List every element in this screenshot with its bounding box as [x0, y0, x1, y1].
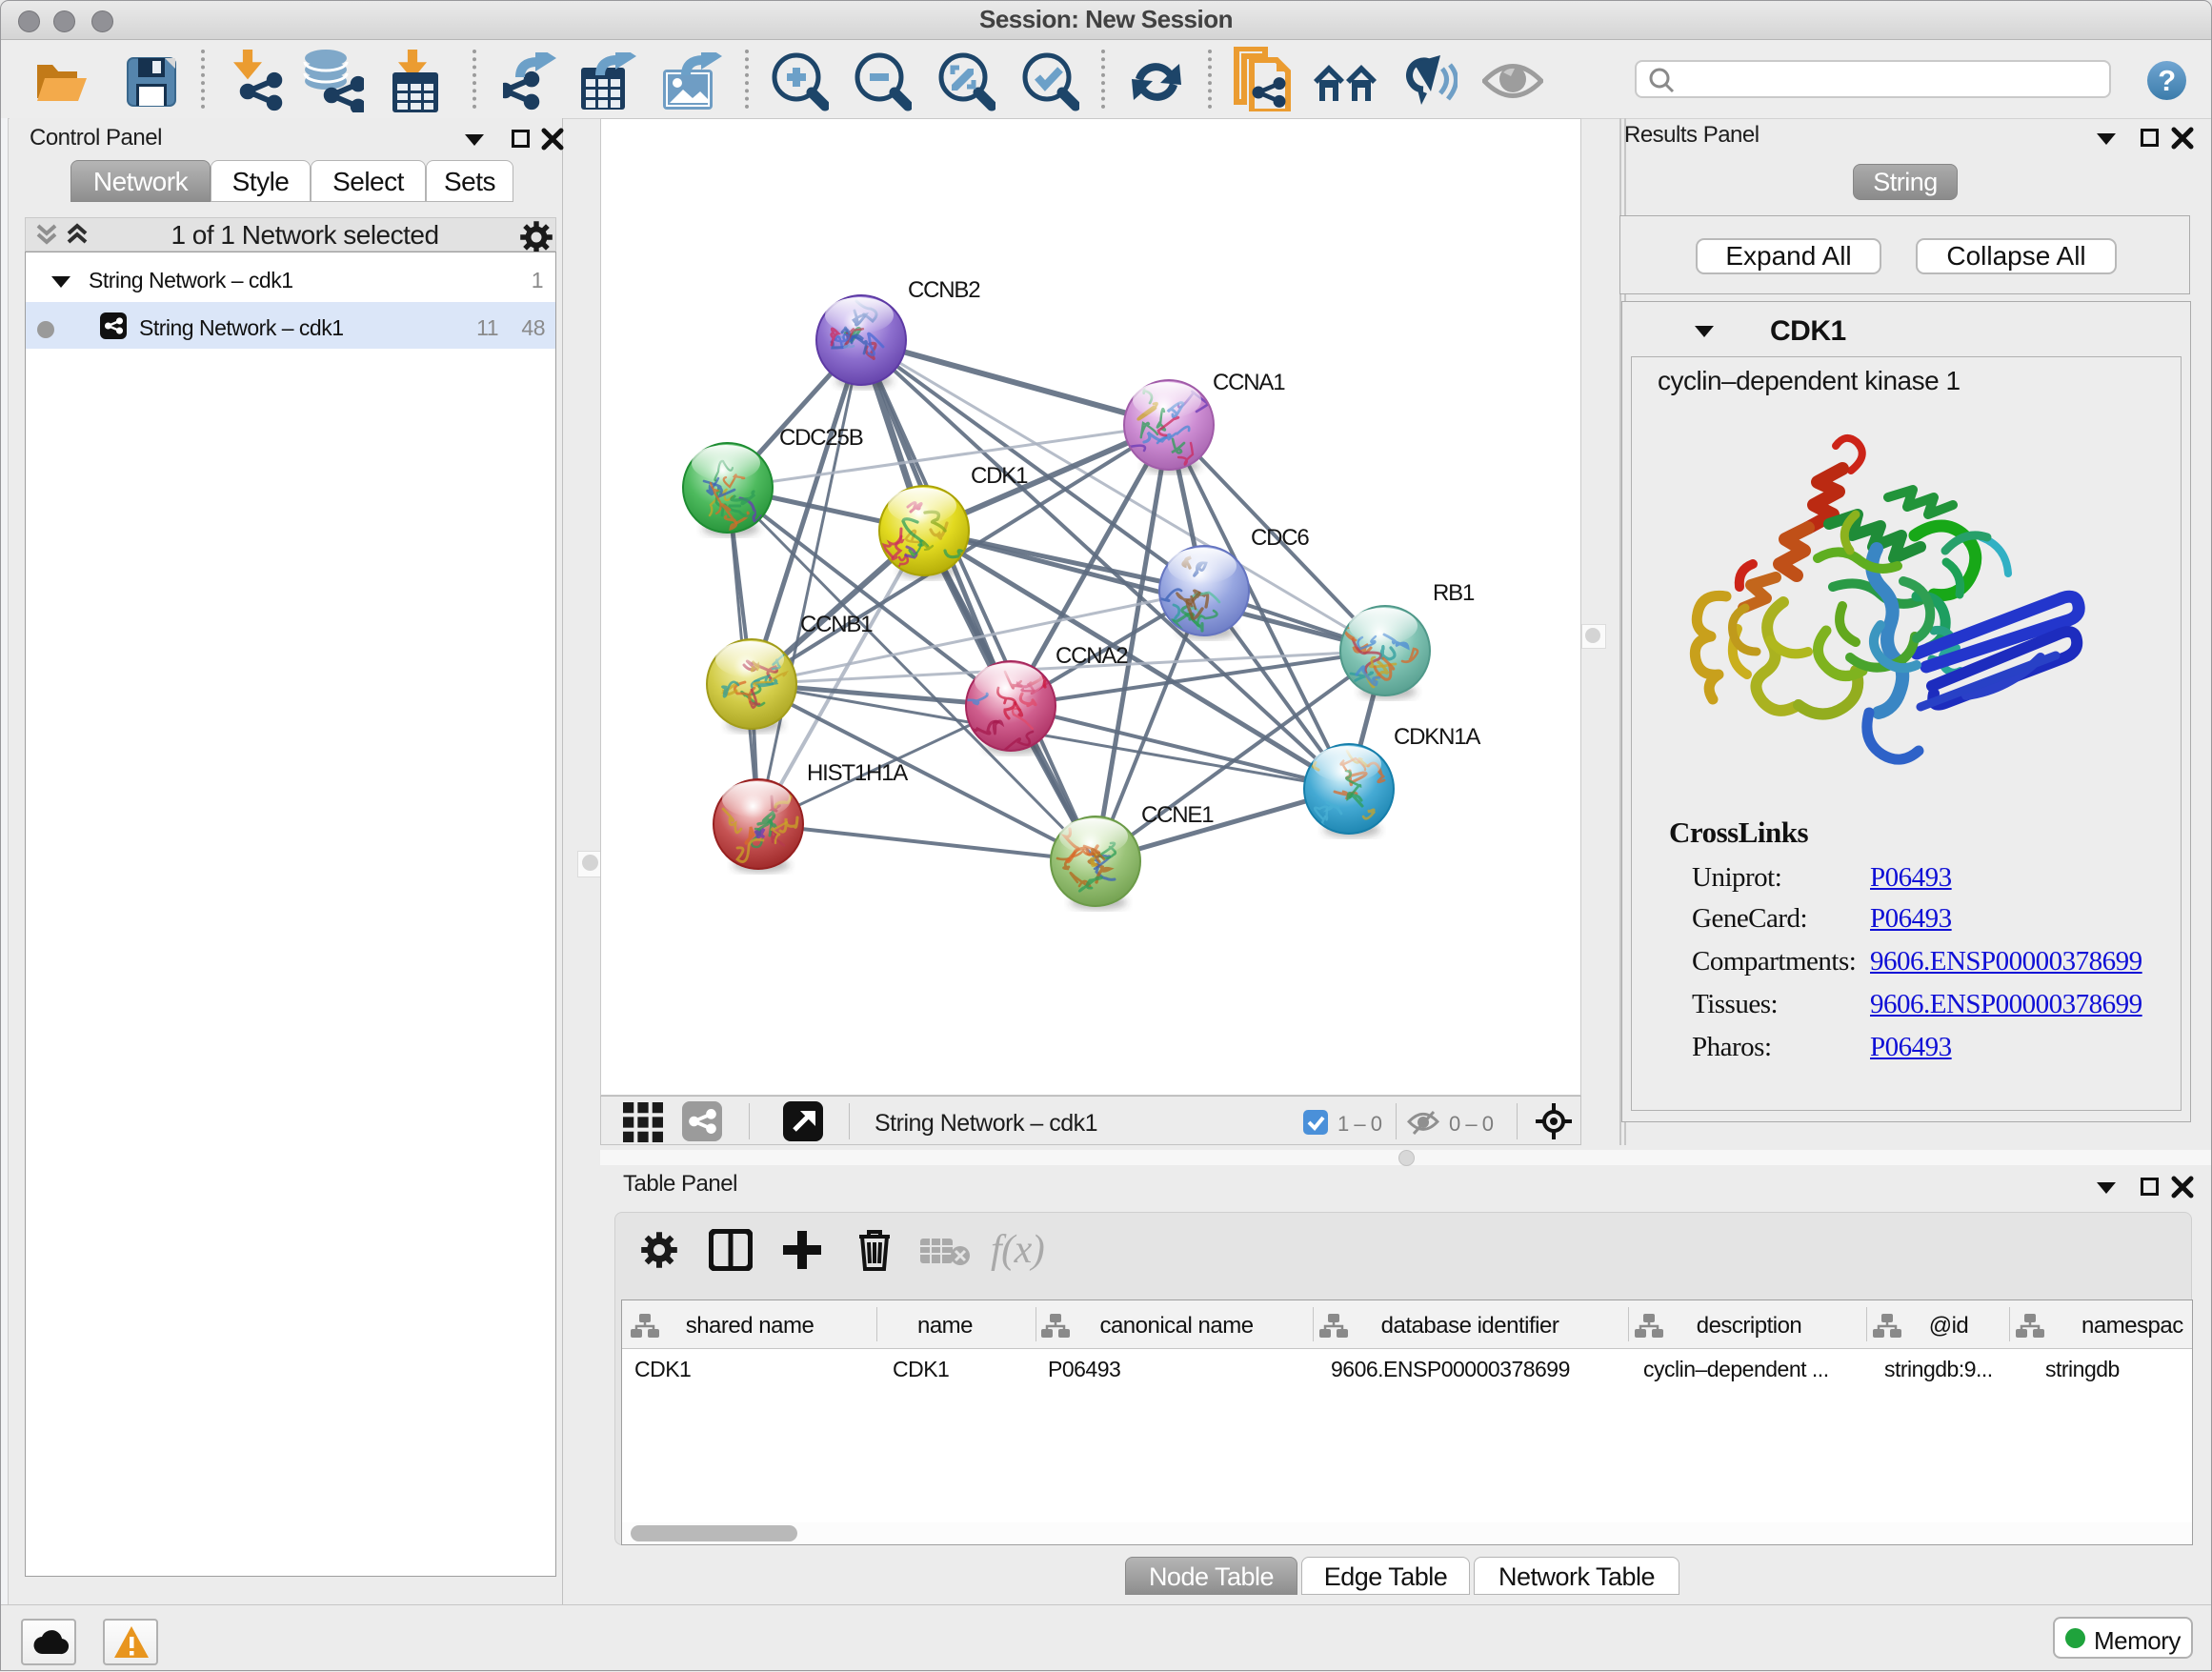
svg-text:CDK1: CDK1 [971, 463, 1028, 489]
svg-text:CDC25B: CDC25B [779, 425, 863, 451]
svg-text:CCNA2: CCNA2 [1056, 643, 1128, 669]
svg-text:CDC6: CDC6 [1251, 525, 1309, 551]
svg-text:CDKN1A: CDKN1A [1394, 724, 1480, 750]
svg-text:CCNB2: CCNB2 [908, 277, 980, 303]
svg-text:CCNB1: CCNB1 [800, 612, 873, 637]
svg-text:HIST1H1A: HIST1H1A [807, 760, 908, 786]
svg-text:CCNA1: CCNA1 [1213, 370, 1285, 395]
svg-text:RB1: RB1 [1433, 580, 1475, 606]
svg-text:CCNE1: CCNE1 [1141, 802, 1214, 828]
